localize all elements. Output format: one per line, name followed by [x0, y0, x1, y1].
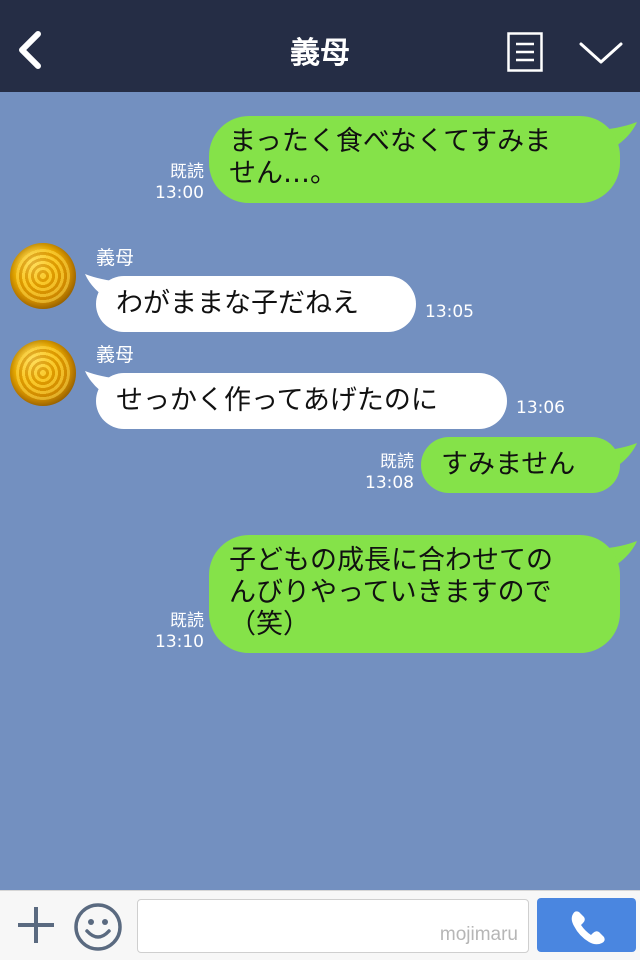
smiley-icon	[74, 903, 122, 951]
plus-icon	[18, 907, 54, 943]
read-receipt: 既読	[170, 611, 204, 631]
sender-name: 義母	[96, 247, 135, 269]
sender-name: 義母	[96, 344, 135, 366]
read-receipt: 既読	[380, 452, 414, 472]
message-bubble-incoming[interactable]: わがままな子だねえ	[96, 276, 416, 332]
message-bubble-incoming[interactable]: せっかく作ってあげたのに	[96, 373, 507, 429]
message-time: 13:10	[155, 632, 204, 652]
message-text: せん…。	[229, 158, 337, 189]
message-text: せっかく作ってあげたのに	[116, 385, 438, 416]
message-time: 13:05	[425, 302, 474, 322]
message-meta: 既読 13:00	[150, 162, 204, 204]
message-text: わがままな子だねえ	[116, 288, 359, 319]
chat-area[interactable]: 既読 13:00 まったく食べなくてすみま せん…。 義母 わがままな子だねえ …	[0, 92, 640, 890]
message-input[interactable]: mojimaru	[137, 899, 529, 953]
message-text: （笑）	[229, 609, 310, 640]
message-meta: 既読 13:10	[150, 611, 204, 653]
menu-list-icon	[507, 32, 543, 72]
message-time: 13:06	[516, 398, 565, 418]
avatar[interactable]	[10, 340, 76, 406]
chevron-down-icon	[579, 42, 623, 64]
message-bubble-outgoing[interactable]: まったく食べなくてすみま せん…。	[209, 116, 620, 203]
message-text: すみません	[441, 449, 576, 480]
dropdown-button[interactable]	[578, 36, 624, 68]
avatar[interactable]	[10, 243, 76, 309]
message-bubble-outgoing[interactable]: 子どもの成長に合わせての んびりやっていきますので （笑）	[209, 535, 620, 653]
message-time: 13:00	[155, 183, 204, 203]
watermark: mojimaru	[439, 924, 518, 945]
chat-title: 義母	[290, 36, 350, 71]
read-receipt: 既読	[170, 162, 204, 182]
input-bar: mojimaru	[0, 890, 640, 960]
message-text: んびりやっていきますので	[229, 577, 552, 608]
phone-icon	[571, 911, 605, 945]
add-button[interactable]	[14, 903, 58, 947]
message-text: まったく食べなくてすみま	[229, 126, 552, 157]
message-meta: 既読 13:08	[360, 452, 414, 494]
call-button[interactable]	[537, 898, 636, 952]
menu-button[interactable]	[507, 32, 543, 72]
message-bubble-outgoing[interactable]: すみません	[421, 437, 620, 493]
emoji-button[interactable]	[72, 901, 124, 953]
message-time: 13:08	[365, 473, 414, 493]
chat-header: 義母	[0, 0, 640, 92]
message-text: 子どもの成長に合わせての	[229, 545, 553, 576]
